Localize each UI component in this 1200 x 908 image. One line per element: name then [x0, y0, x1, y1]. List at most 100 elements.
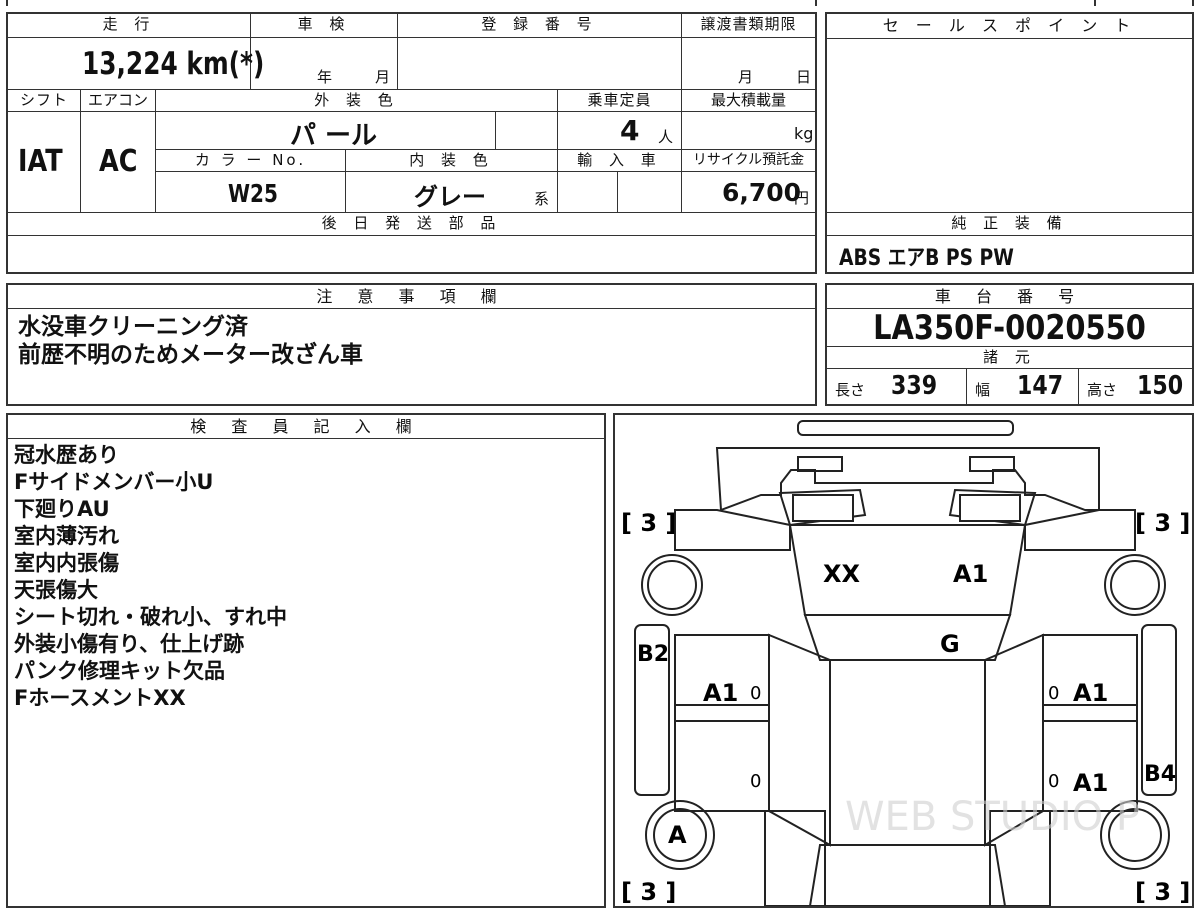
- exterior-header: 外 装 色: [156, 90, 558, 112]
- shift-cell: IAT: [8, 112, 81, 213]
- inspector-line: Fサイドメンバー小U: [14, 470, 214, 494]
- vehicle-info-table: 走 行 車 検 登 録 番 号 譲渡書類期限 13,224 km(*) 年 月 …: [6, 12, 817, 274]
- color-no-cell: W25: [156, 172, 346, 213]
- import-cell-a: [558, 172, 618, 213]
- tire-mark-front-left: [ 3 ]: [621, 509, 676, 537]
- tire-front-left-inner: [647, 560, 697, 610]
- left-front-door: [674, 634, 770, 722]
- mark-right-side: B4: [1144, 762, 1176, 787]
- car-diagram: WEB STUDIO P [ 3 ] [ 3 ] [ 3 ] [ 3 ] XX …: [621, 420, 1190, 906]
- mark-left-side: B2: [637, 642, 669, 667]
- spec-length-cell: 長さ 339: [827, 369, 967, 404]
- tire-mark-front-right: [ 3 ]: [1135, 509, 1190, 537]
- spec-height-value: 150: [1137, 371, 1184, 401]
- inspector-box: 検 査 員 記 入 欄 冠水歴あり Fサイドメンバー小U 下廻りAU 室内薄汚れ…: [6, 413, 606, 908]
- headlight-left: [797, 456, 843, 472]
- shaken-header: 車 検: [251, 14, 398, 38]
- headlight-right: [969, 456, 1015, 472]
- notes-header: 注 意 事 項 欄: [8, 285, 815, 309]
- sales-point-header: セ ー ル ス ポ イ ン ト: [827, 14, 1192, 39]
- zero-mark: 0: [1048, 771, 1059, 792]
- registration-header: 登 録 番 号: [398, 14, 682, 38]
- left-rear-door: [674, 720, 770, 812]
- equipment-value: ABS エアB PS PW: [839, 246, 1014, 271]
- capacity-value: 4: [620, 114, 640, 147]
- color-no-value: W25: [228, 179, 278, 208]
- note-line: 水没車クリーニング済: [18, 314, 248, 340]
- mark-front-door-left: A1: [703, 679, 738, 707]
- exterior-color-value: パ ール: [290, 121, 378, 151]
- watermark: WEB STUDIO P: [845, 794, 1140, 840]
- zero-mark: 0: [1048, 683, 1059, 704]
- inspector-line: 室内薄汚れ: [14, 524, 119, 548]
- transfer-cell: 月 日: [682, 38, 815, 90]
- mark-windshield-right: A1: [953, 560, 988, 588]
- inspector-line: 冠水歴あり: [14, 443, 119, 467]
- later-parts-header: 後 日 発 送 部 品: [8, 213, 815, 236]
- left-front-fender: [674, 509, 791, 551]
- shift-value: IAT: [18, 144, 63, 179]
- spec-height-cell: 高さ 150: [1079, 369, 1192, 404]
- inspector-line: 下廻りAU: [14, 497, 110, 521]
- front-bumper-outline: [797, 420, 1014, 436]
- right-wiper-area: [959, 494, 1021, 522]
- top-right-strip: [1094, 0, 1194, 6]
- sales-point-box: セ ー ル ス ポ イ ン ト 純 正 装 備 ABS エアB PS PW: [825, 12, 1194, 274]
- inspector-body: 冠水歴あり Fサイドメンバー小U 下廻りAU 室内薄汚れ 室内内張傷 天張傷大 …: [14, 442, 287, 712]
- mark-front-door-right: A1: [1073, 679, 1108, 707]
- aircon-header: エアコン: [81, 90, 156, 112]
- capacity-unit: 人: [658, 128, 674, 146]
- exterior-suffix-cell: [496, 112, 558, 150]
- notes-body: 水没車クリーニング済 前歴不明のためメーター改ざん車: [18, 313, 363, 369]
- specs-header: 諸 元: [827, 346, 1192, 369]
- chassis-header: 車 台 番 号: [827, 285, 1192, 309]
- tire-front-right-inner: [1110, 560, 1160, 610]
- zero-mark: 0: [750, 683, 761, 704]
- shaken-cell: 年 月: [251, 38, 398, 90]
- equipment-header: 純 正 装 備: [827, 213, 1192, 236]
- spec-width-value: 147: [1017, 371, 1064, 401]
- inspector-line: 外装小傷有り、仕上げ跡: [14, 632, 245, 656]
- later-parts-cell: [8, 236, 815, 272]
- left-body-side: [768, 633, 831, 847]
- maxload-cell: kg: [682, 112, 815, 150]
- interior-header: 内 装 色: [346, 150, 558, 172]
- inspector-line: 室内内張傷: [14, 551, 119, 575]
- shaken-year-unit: 年: [317, 68, 333, 86]
- transfer-deadline-header: 譲渡書類期限: [682, 14, 815, 38]
- capacity-header: 乗車定員: [558, 90, 682, 112]
- inspector-header: 検 査 員 記 入 欄: [8, 415, 604, 439]
- inspector-line: シート切れ・破れ小、すれ中: [14, 605, 287, 629]
- maxload-unit: kg: [794, 124, 814, 143]
- aircon-value: AC: [99, 144, 138, 179]
- registration-cell: [398, 38, 682, 90]
- recycle-header: リサイクル預託金: [682, 150, 815, 172]
- right-front-fender: [1024, 509, 1136, 551]
- spec-height-label: 高さ: [1087, 381, 1118, 399]
- transfer-day-unit: 日: [796, 68, 812, 86]
- note-line: 前歴不明のためメーター改ざん車: [18, 342, 363, 368]
- notes-box: 注 意 事 項 欄 水没車クリーニング済 前歴不明のためメーター改ざん車: [6, 283, 817, 406]
- chassis-number: LA350F-0020550: [873, 308, 1146, 348]
- shift-header: シフト: [8, 90, 81, 112]
- zero-mark: 0: [750, 771, 761, 792]
- transfer-month-unit: 月: [738, 68, 754, 86]
- import-cell-b: [618, 172, 682, 213]
- recycle-cell: 6,700 円: [682, 172, 815, 213]
- mark-windshield-left: XX: [823, 560, 861, 588]
- aircon-cell: AC: [81, 112, 156, 213]
- mark-roof: G: [940, 630, 960, 658]
- shaken-month-unit: 月: [375, 68, 391, 86]
- sales-point-body: [827, 38, 1192, 213]
- rear-window-outline: [808, 844, 1007, 906]
- tire-front-left: [641, 554, 703, 616]
- tire-mark-rear-right: [ 3 ]: [1135, 878, 1190, 906]
- interior-suffix: 系: [534, 190, 550, 208]
- tire-mark-rear-left: [ 3 ]: [621, 878, 676, 906]
- capacity-cell: 4 人: [558, 112, 682, 150]
- left-wiper-area: [792, 494, 854, 522]
- car-diagram-box: WEB STUDIO P [ 3 ] [ 3 ] [ 3 ] [ 3 ] XX …: [613, 413, 1194, 908]
- hood-outline: [715, 447, 1100, 512]
- top-strip: [6, 0, 817, 6]
- spec-width-cell: 幅 147: [967, 369, 1079, 404]
